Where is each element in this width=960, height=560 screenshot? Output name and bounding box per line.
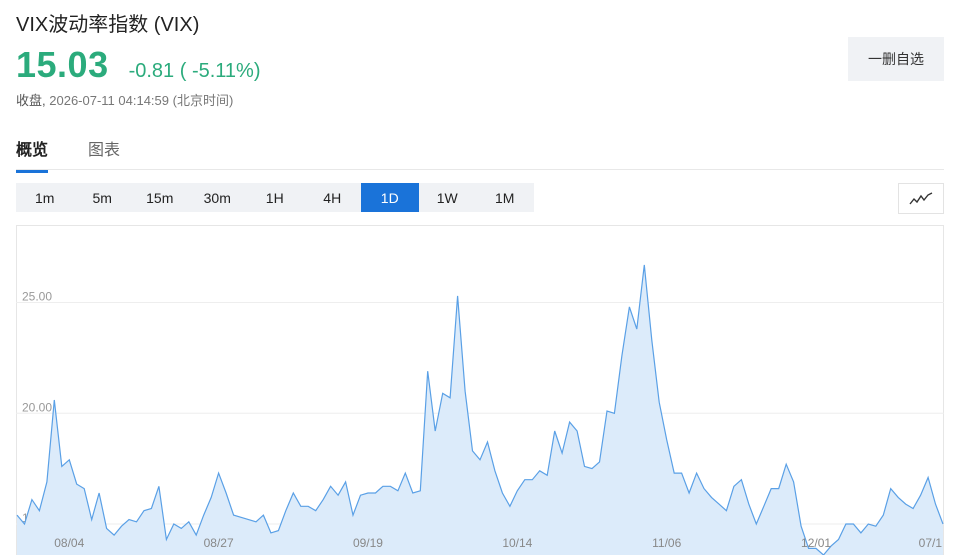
x-tick-label: 12/01 [801,536,831,550]
price-chart[interactable]: 15.0020.0025.0008/0408/2709/1910/1411/06… [16,225,960,556]
interval-4h[interactable]: 4H [304,183,362,212]
remove-watchlist-button[interactable]: 一删自选 [848,37,944,81]
status-label: 收盘, [16,93,46,108]
interval-selector: 1m 5m 15m 30m 1H 4H 1D 1W 1M [16,183,534,212]
series-area [17,264,943,555]
tab-chart[interactable]: 图表 [88,136,120,173]
x-tick-label: 11/06 [652,536,681,550]
x-tick-label: 08/27 [204,536,234,550]
y-tick-label: 25.00 [22,290,52,304]
market-status: 收盘, 2026-07-11 04:14:59 (北京时间) [16,90,233,109]
x-tick-label: 10/14 [502,536,532,550]
x-tick-label: 08/04 [54,536,84,550]
y-tick-label: 20.00 [22,400,52,414]
interval-1mo[interactable]: 1M [476,183,534,212]
interval-15m[interactable]: 15m [131,183,189,212]
last-price: 15.03 [16,44,109,85]
x-tick-label: 09/19 [353,536,383,550]
chart-type-button[interactable] [898,183,944,214]
quote-row: 15.03 -0.81 ( -5.11%) [16,44,261,86]
tab-bar: 概览 图表 [16,136,160,173]
interval-1h[interactable]: 1H [246,183,304,212]
interval-1w[interactable]: 1W [419,183,477,212]
chart-svg: 15.0020.0025.0008/0408/2709/1910/1411/06… [16,225,960,556]
interval-1d[interactable]: 1D [361,183,419,212]
timestamp: 2026-07-11 04:14:59 (北京时间) [49,93,234,108]
price-change: -0.81 ( -5.11%) [128,60,261,82]
page-title: VIX波动率指数 (VIX) [16,14,200,36]
tab-divider [16,169,944,170]
interval-30m[interactable]: 30m [189,183,247,212]
tab-overview[interactable]: 概览 [16,136,49,173]
interval-5m[interactable]: 5m [74,183,132,212]
line-chart-icon [909,191,933,204]
interval-1m[interactable]: 1m [16,183,74,212]
x-tick-label: 07/1 [919,536,943,550]
